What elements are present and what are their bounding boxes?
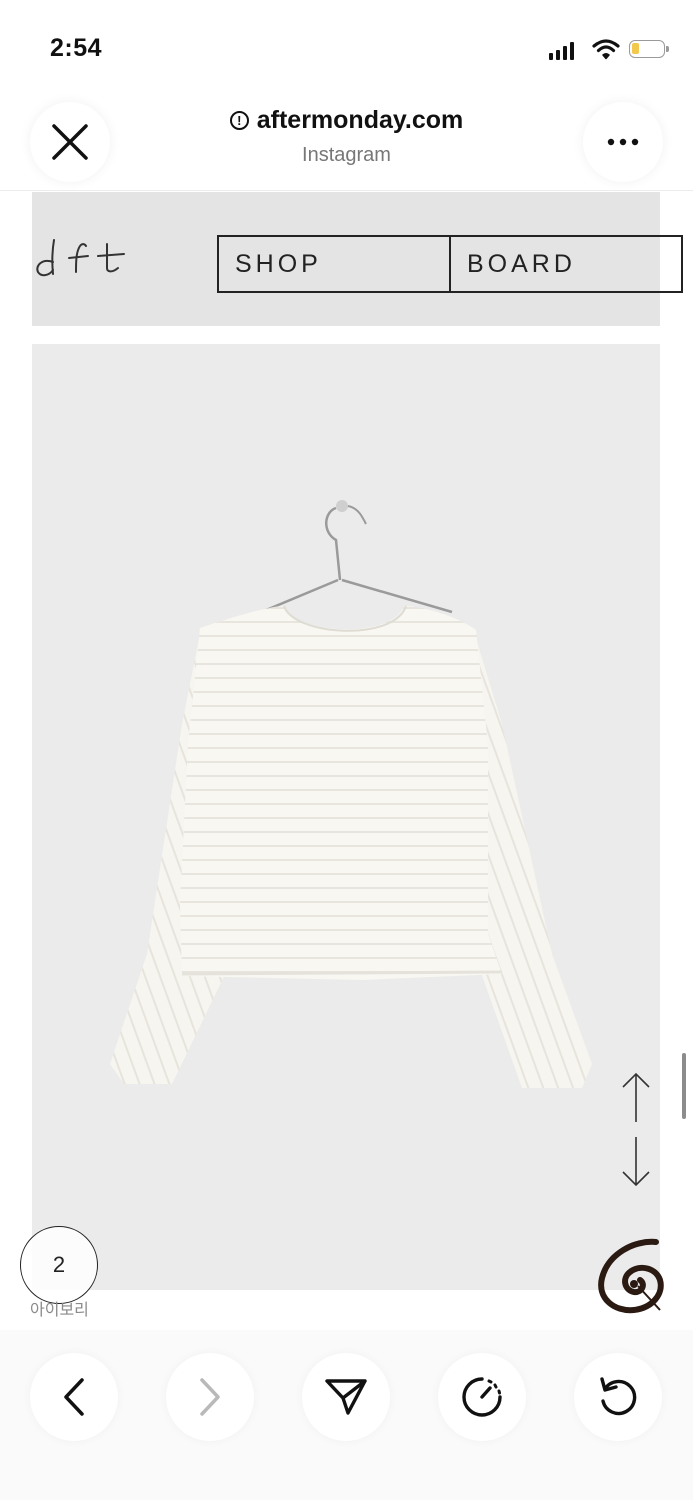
color-name-label: 아이보리 [30, 1302, 89, 1319]
wifi-icon [592, 38, 620, 65]
nav-shop-link[interactable]: SHOP [219, 237, 449, 291]
reload-icon [600, 1377, 637, 1416]
back-button[interactable] [30, 1353, 118, 1441]
status-time: 2:54 [50, 34, 103, 62]
share-button[interactable] [302, 1353, 390, 1441]
aft-logo-icon[interactable] [32, 232, 132, 287]
product-image[interactable] [32, 344, 660, 1290]
chevron-right-icon [200, 1378, 220, 1416]
color-count-badge[interactable]: 2 [20, 1226, 98, 1304]
scroll-up-arrow-icon[interactable] [620, 1072, 652, 1129]
more-options-button[interactable] [583, 102, 663, 182]
speed-button[interactable] [438, 1353, 526, 1441]
speed-gauge-icon [462, 1377, 502, 1417]
share-send-icon [325, 1379, 367, 1415]
nav-board-link[interactable]: BOARD [449, 237, 681, 291]
forward-button[interactable] [166, 1353, 254, 1441]
cellular-signal-icon [549, 42, 574, 60]
battery-icon [629, 40, 669, 58]
header-divider [0, 190, 693, 191]
ribbed-top-on-hanger-illustration [110, 500, 592, 1088]
brand-spiral-emblem-icon[interactable] [594, 1236, 668, 1321]
site-info-icon[interactable]: ! [229, 111, 249, 130]
more-icon [607, 138, 639, 146]
url-text: aftermonday.com [256, 106, 464, 134]
reload-button[interactable] [574, 1353, 662, 1441]
scroll-down-arrow-icon[interactable] [620, 1135, 652, 1192]
site-nav: SHOP BOARD [217, 235, 683, 293]
page-scrollbar[interactable] [682, 1053, 686, 1119]
chevron-left-icon [64, 1378, 84, 1416]
